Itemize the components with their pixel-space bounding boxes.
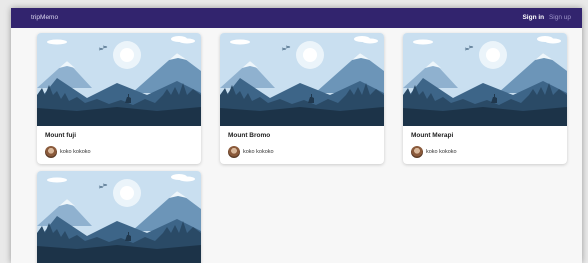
trip-card[interactable] — [37, 171, 201, 263]
trip-image — [37, 171, 201, 263]
avatar — [411, 146, 423, 158]
sign-up-link[interactable]: Sign up — [549, 14, 571, 21]
trip-title[interactable]: Mount Merapi — [411, 132, 453, 139]
trip-image — [220, 33, 384, 126]
trip-image — [37, 33, 201, 126]
trip-author: koko kokoko — [228, 146, 274, 158]
browser-viewport: tripMemo Sign in Sign up Mount fuji koko… — [11, 8, 582, 263]
trip-image — [403, 33, 567, 126]
avatar — [45, 146, 57, 158]
trip-title[interactable]: Mount Bromo — [228, 132, 270, 139]
trip-card[interactable]: Mount Bromo koko kokoko — [220, 33, 384, 164]
auth-links: Sign in Sign up — [522, 14, 571, 21]
avatar — [228, 146, 240, 158]
trip-card[interactable]: Mount Merapi koko kokoko — [403, 33, 567, 164]
author-name: koko kokoko — [426, 149, 457, 155]
trip-title[interactable]: Mount fuji — [45, 132, 76, 139]
author-name: koko kokoko — [243, 149, 274, 155]
brand-link[interactable]: tripMemo — [31, 14, 58, 21]
navbar: tripMemo Sign in Sign up — [11, 8, 582, 28]
author-name: koko kokoko — [60, 149, 91, 155]
trip-author: koko kokoko — [411, 146, 457, 158]
trip-author: koko kokoko — [45, 146, 91, 158]
trip-card[interactable]: Mount fuji koko kokoko — [37, 33, 201, 164]
sign-in-link[interactable]: Sign in — [522, 14, 544, 21]
